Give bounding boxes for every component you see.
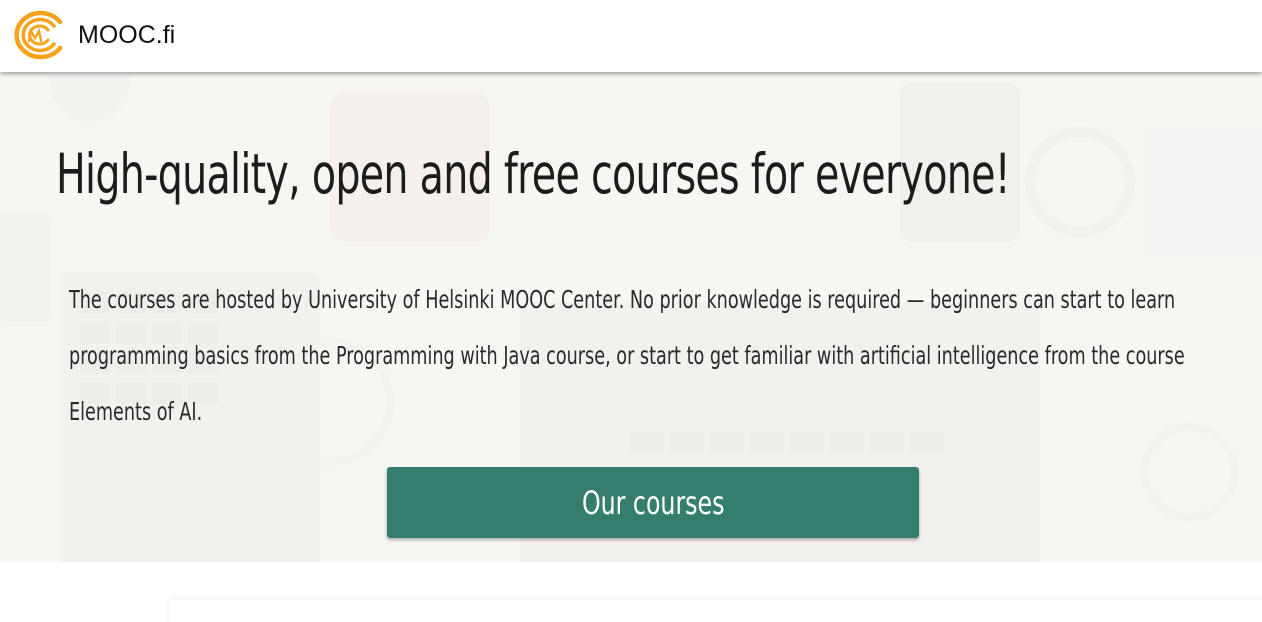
site-header: MOOC.fi [0,0,1262,72]
our-courses-button-label: Our courses [581,483,725,522]
home-logo-link[interactable]: MOOC.fi [10,8,175,62]
content-card [170,600,1262,622]
mooc-logo-icon [14,10,63,60]
hero-description: The courses are hosted by University of … [69,285,1185,426]
content-section [0,562,1262,622]
site-name: MOOC.fi [78,20,176,49]
hero-section: High-quality, open and free courses for … [0,72,1262,562]
our-courses-button[interactable]: Our courses [387,467,919,538]
hero-title: High-quality, open and free courses for … [56,142,1011,206]
